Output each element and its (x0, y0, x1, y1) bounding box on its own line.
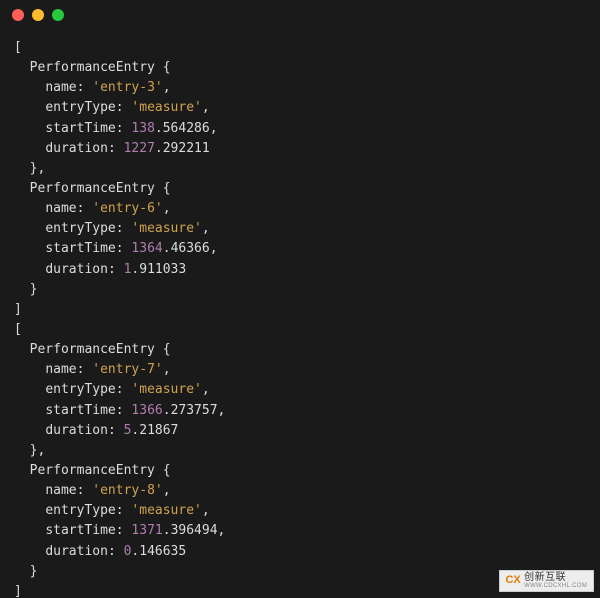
close-icon[interactable] (12, 9, 24, 21)
watermark-logo-icon: CX (506, 574, 520, 588)
watermark-badge: CX 创新互联 WWW.CDCXHL.COM (499, 570, 594, 592)
window-titlebar (0, 0, 600, 30)
maximize-icon[interactable] (52, 9, 64, 21)
terminal-window: [ PerformanceEntry { name: 'entry-3', en… (0, 0, 600, 598)
watermark-main-text: 创新互联 (524, 573, 587, 583)
watermark-sub-text: WWW.CDCXHL.COM (524, 583, 587, 589)
minimize-icon[interactable] (32, 9, 44, 21)
console-output: [ PerformanceEntry { name: 'entry-3', en… (0, 30, 600, 598)
